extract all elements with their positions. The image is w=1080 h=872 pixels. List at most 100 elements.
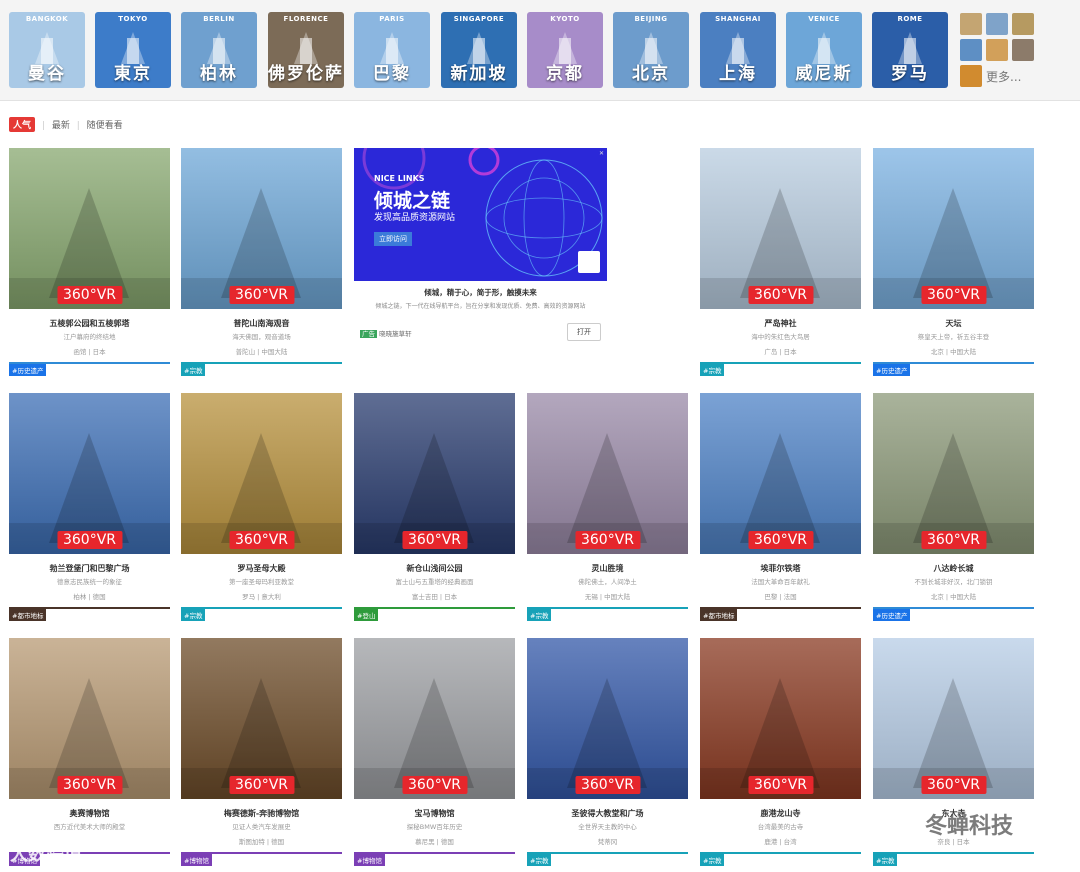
divider: | <box>41 121 45 131</box>
category-tag[interactable]: #宗教 <box>700 854 725 866</box>
scene-photo[interactable]: 360°VR <box>873 148 1034 309</box>
category-tag[interactable]: #历史遗产 <box>873 364 911 376</box>
scene-photo[interactable]: 360°VR <box>700 393 861 554</box>
scene-card[interactable]: 360°VR 严岛神社 海中的朱红色大鸟居 广岛 | 日本 #宗教 <box>700 148 861 376</box>
scene-title[interactable]: 鹿港龙山寺 <box>700 808 861 819</box>
scene-title[interactable]: 梅赛德斯-奔驰博物馆 <box>181 808 342 819</box>
vr-badge: 360°VR <box>574 531 641 549</box>
scene-title[interactable]: 普陀山南海观音 <box>181 318 342 329</box>
city-tile[interactable]: SHANGHAI 上海 <box>700 12 776 88</box>
city-tile[interactable]: BERLIN 柏林 <box>181 12 257 88</box>
ad-cta-button[interactable]: 立即访问 <box>374 232 412 246</box>
mini-thumb[interactable] <box>986 39 1008 61</box>
category-tag[interactable]: #历史遗产 <box>873 609 911 621</box>
scene-card[interactable]: 360°VR 圣彼得大教堂和广场 全世界天主教的中心 梵蒂冈 #宗教 <box>527 638 688 866</box>
mini-thumb[interactable] <box>1012 13 1034 35</box>
scene-photo[interactable]: 360°VR <box>354 638 515 799</box>
scene-photo[interactable]: 360°VR <box>354 393 515 554</box>
category-tag[interactable]: #登山 <box>354 609 379 621</box>
scene-card[interactable]: 360°VR 鹿港龙山寺 台湾最美的古寺 鹿港 | 台湾 #宗教 <box>700 638 861 866</box>
city-tile[interactable]: ROME 罗马 <box>872 12 948 88</box>
scene-title[interactable]: 勃兰登堡门和巴黎广场 <box>9 563 170 574</box>
scene-photo[interactable]: 360°VR <box>527 638 688 799</box>
scene-title[interactable]: 严岛神社 <box>700 318 861 329</box>
category-tag[interactable]: #宗教 <box>700 364 725 376</box>
scene-photo[interactable]: 360°VR <box>181 393 342 554</box>
scene-subtitle: 不到长城非好汉，北门锁钥 <box>914 578 993 586</box>
category-tag[interactable]: #都市地标 <box>700 609 738 621</box>
scene-silhouette <box>700 188 861 309</box>
scene-photo[interactable]: 360°VR <box>873 638 1034 799</box>
scene-title[interactable]: 天坛 <box>873 318 1034 329</box>
scene-photo[interactable]: 360°VR <box>873 393 1034 554</box>
scene-title[interactable]: 五棱郭公园和五棱郭塔 <box>9 318 170 329</box>
more-link[interactable]: 更多... <box>986 68 1021 85</box>
scene-title[interactable]: 圣彼得大教堂和广场 <box>527 808 688 819</box>
vr-badge: 360°VR <box>56 531 123 549</box>
scene-title[interactable]: 八达岭长城 <box>873 563 1034 574</box>
scene-card[interactable]: 360°VR 普陀山南海观音 海天佛国，观音道场 普陀山 | 中国大陆 #宗教 <box>181 148 342 376</box>
category-tag[interactable]: #博物馆 <box>181 854 212 866</box>
scene-photo[interactable]: 360°VR <box>527 393 688 554</box>
category-tag[interactable]: #宗教 <box>527 854 552 866</box>
category-tag[interactable]: #博物馆 <box>354 854 385 866</box>
ad-close-icon[interactable]: ✕ <box>599 150 604 157</box>
scene-photo[interactable]: 360°VR <box>181 148 342 309</box>
tab-popular[interactable]: 人气 <box>9 117 36 132</box>
city-tile[interactable]: KYOTO 京都 <box>527 12 603 88</box>
ad-banner[interactable]: NICE LINKS 倾城之链 发现高品质资源网站 立即访问 ✕ <box>354 148 607 281</box>
scene-title[interactable]: 宝马博物馆 <box>354 808 515 819</box>
category-tag[interactable]: #历史遗产 <box>9 364 47 376</box>
mini-thumb[interactable] <box>1012 39 1034 61</box>
scene-card[interactable]: 360°VR 八达岭长城 不到长城非好汉，北门锁钥 北京 | 中国大陆 #历史遗产 <box>873 393 1034 621</box>
city-tile[interactable]: SINGAPORE 新加坡 <box>441 12 517 88</box>
ad-open-button[interactable]: 打开 <box>567 323 601 341</box>
category-tag[interactable]: #都市地标 <box>9 609 47 621</box>
scene-card[interactable]: 360°VR 罗马圣母大殿 第一座圣母玛利亚教堂 罗马 | 意大利 #宗教 <box>181 393 342 621</box>
scene-photo[interactable]: 360°VR <box>9 638 170 799</box>
tab-latest[interactable]: 最新 <box>52 121 70 131</box>
scene-card[interactable]: 360°VR 新仓山浅间公园 富士山与五重塔的经典画面 富士吉田 | 日本 #登山 <box>354 393 515 621</box>
ad-card[interactable]: NICE LINKS 倾城之链 发现高品质资源网站 立即访问 ✕ 倾城，精于心，… <box>354 148 607 342</box>
city-tile[interactable]: TOKYO 東京 <box>95 12 171 88</box>
scene-photo[interactable]: 360°VR <box>700 638 861 799</box>
scene-card[interactable]: 360°VR 梅赛德斯-奔驰博物馆 见证人类汽车发展史 斯图加特 | 德国 #博物馆 <box>181 638 342 866</box>
scene-card[interactable]: 360°VR 奥赛博物馆 西方近代美术大师的殿堂 #博物馆 <box>9 638 170 866</box>
mini-thumb[interactable] <box>986 13 1008 35</box>
scene-title[interactable]: 埃菲尔铁塔 <box>700 563 861 574</box>
city-tile[interactable]: BEIJING 北京 <box>613 12 689 88</box>
city-tile[interactable]: BANGKOK 曼谷 <box>9 12 85 88</box>
scene-silhouette <box>873 678 1034 799</box>
city-tile[interactable]: PARIS 巴黎 <box>354 12 430 88</box>
scene-card[interactable]: 360°VR 五棱郭公园和五棱郭塔 江户幕府的终结地 函馆 | 日本 #历史遗产 <box>9 148 170 376</box>
scene-silhouette <box>873 188 1034 309</box>
mini-thumb[interactable] <box>960 65 982 87</box>
scene-silhouette <box>873 433 1034 554</box>
scene-card[interactable]: 360°VR 宝马博物馆 探秘BMW百年历史 慕尼黑 | 德国 #博物馆 <box>354 638 515 866</box>
scene-card[interactable]: 360°VR 灵山胜境 佛陀佛土，人间净土 无锡 | 中国大陆 #宗教 <box>527 393 688 621</box>
category-tag[interactable]: #宗教 <box>181 364 206 376</box>
city-bar: BANGKOK 曼谷 TOKYO 東京 BERLIN 柏林 FLORENCE 佛罗伦萨 PARI… <box>0 0 1080 101</box>
category-tag[interactable]: #宗教 <box>181 609 206 621</box>
scene-photo[interactable]: 360°VR <box>9 393 170 554</box>
ad-advertiser-name: 晓晓施草轩 <box>379 330 412 338</box>
city-tile[interactable]: VENICE 威尼斯 <box>786 12 862 88</box>
scene-title[interactable]: 新仓山浅间公园 <box>354 563 515 574</box>
tab-random[interactable]: 随便看看 <box>87 121 123 131</box>
scene-card[interactable]: 360°VR 勃兰登堡门和巴黎广场 德意志民族统一的象征 柏林 | 德国 #都市地标 <box>9 393 170 621</box>
scene-card[interactable]: 360°VR 埃菲尔铁塔 法国大革命百年献礼 巴黎 | 法国 #都市地标 <box>700 393 861 621</box>
category-tag[interactable]: #宗教 <box>873 854 898 866</box>
scene-location: 斯图加特 | 德国 <box>238 838 285 846</box>
category-tag[interactable]: #宗教 <box>527 609 552 621</box>
scene-photo[interactable]: 360°VR <box>181 638 342 799</box>
scene-photo[interactable]: 360°VR <box>700 148 861 309</box>
scene-title[interactable]: 奥赛博物馆 <box>9 808 170 819</box>
scene-card[interactable]: 360°VR 天坛 祭皇天上帝，祈五谷丰登 北京 | 中国大陆 #历史遗产 <box>873 148 1034 376</box>
scene-title[interactable]: 灵山胜境 <box>527 563 688 574</box>
mini-thumb[interactable] <box>960 13 982 35</box>
vr-badge: 360°VR <box>56 286 123 304</box>
scene-title[interactable]: 罗马圣母大殿 <box>181 563 342 574</box>
mini-thumb[interactable] <box>960 39 982 61</box>
scene-photo[interactable]: 360°VR <box>9 148 170 309</box>
city-tile[interactable]: FLORENCE 佛罗伦萨 <box>268 12 344 88</box>
